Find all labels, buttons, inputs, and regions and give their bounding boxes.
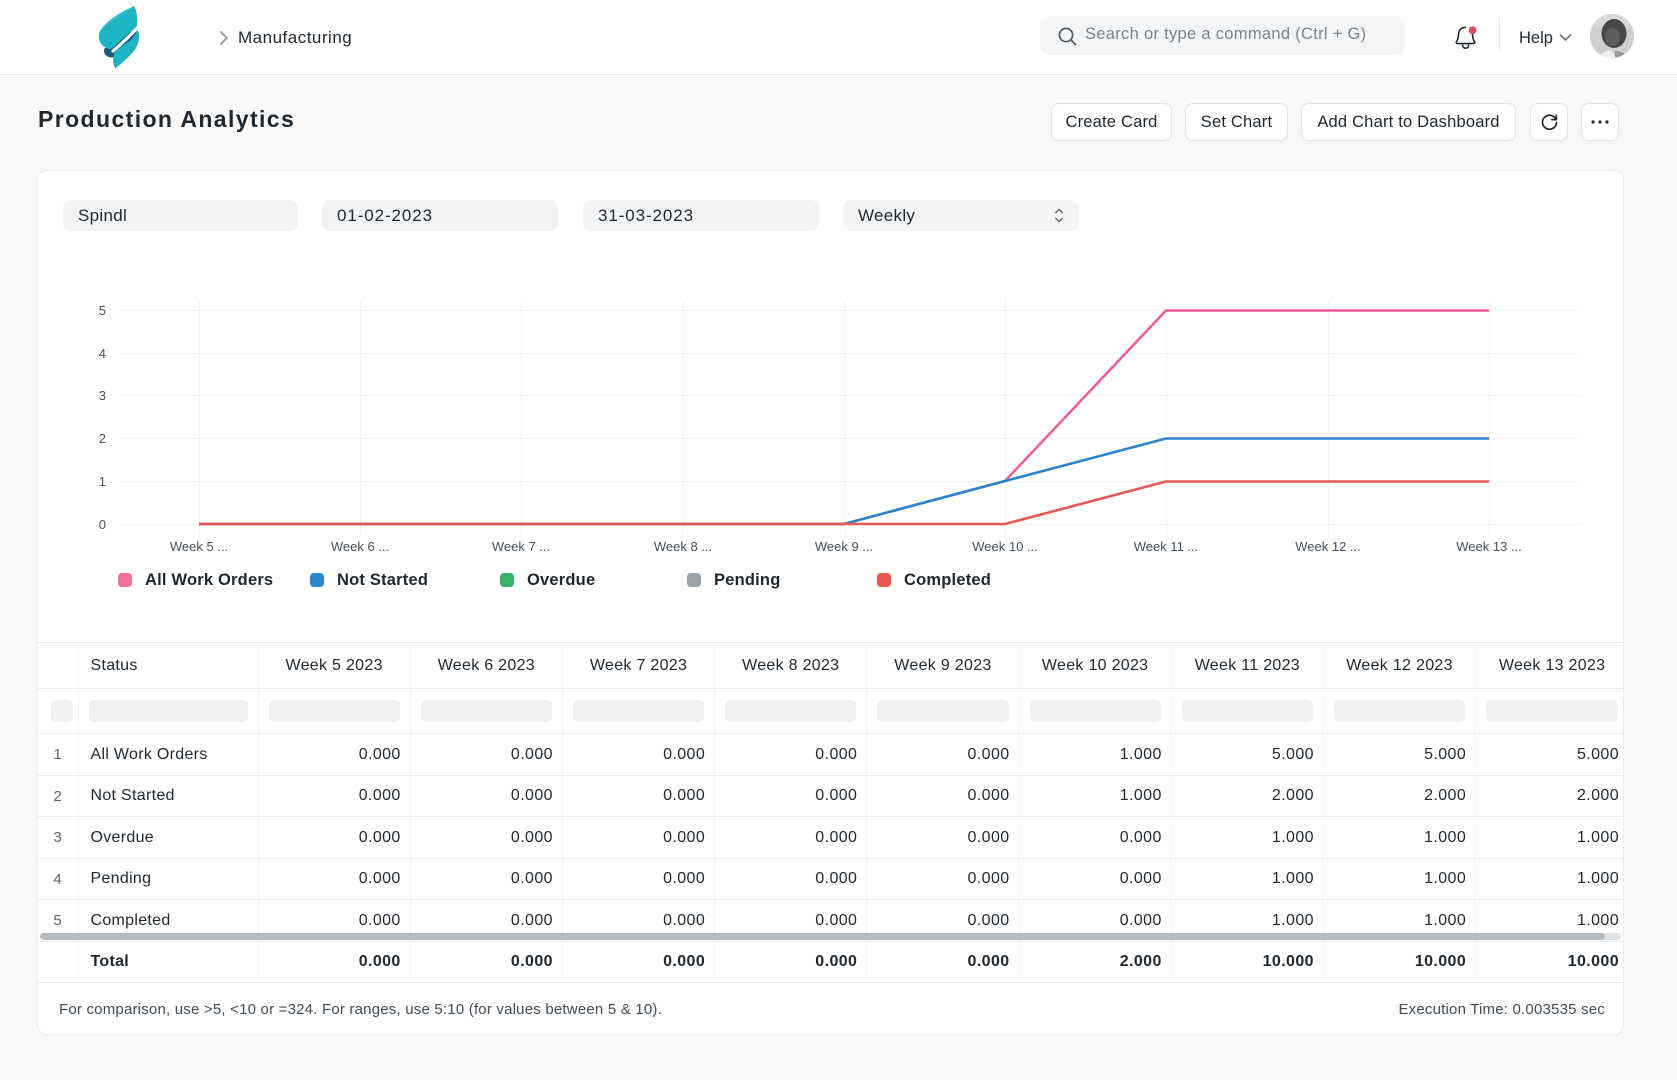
svg-text:5: 5 xyxy=(99,303,106,318)
svg-text:Week 10 ...: Week 10 ... xyxy=(972,539,1038,554)
svg-text:Week 13 ...: Week 13 ... xyxy=(1456,539,1522,554)
svg-text:2: 2 xyxy=(99,431,106,446)
svg-text:3: 3 xyxy=(99,388,106,403)
svg-text:Week 11 ...: Week 11 ... xyxy=(1134,539,1199,554)
svg-text:Week 9 ...: Week 9 ... xyxy=(815,539,873,554)
svg-text:4: 4 xyxy=(99,346,106,361)
svg-text:Week 5 ...: Week 5 ... xyxy=(170,539,228,554)
svg-text:Week 6 ...: Week 6 ... xyxy=(331,539,389,554)
svg-text:Week 7 ...: Week 7 ... xyxy=(492,539,550,554)
svg-text:1: 1 xyxy=(99,474,106,489)
svg-text:0: 0 xyxy=(99,517,106,532)
svg-text:Week 12 ...: Week 12 ... xyxy=(1295,539,1361,554)
svg-text:Week 8 ...: Week 8 ... xyxy=(654,539,712,554)
